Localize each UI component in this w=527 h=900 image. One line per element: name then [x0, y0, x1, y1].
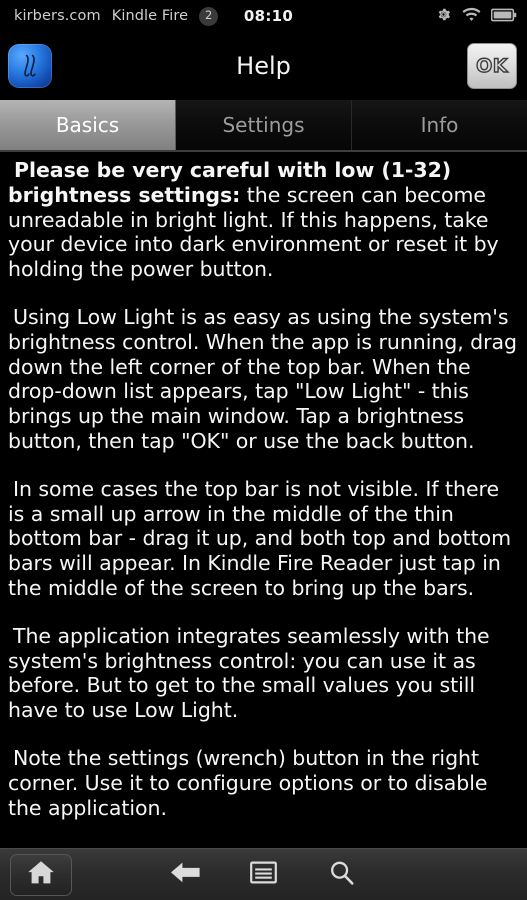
menu-button[interactable]	[241, 853, 287, 897]
ok-button-label: OK	[475, 54, 508, 77]
search-button[interactable]	[319, 853, 365, 897]
tab-basics-label: Basics	[55, 113, 120, 137]
notification-count-badge[interactable]: 2	[199, 6, 219, 26]
help-paragraph-text: In some cases the top bar is not visible…	[8, 476, 512, 600]
menu-icon	[250, 861, 277, 888]
back-button[interactable]	[163, 853, 209, 897]
nav-icon-group	[0, 849, 527, 900]
help-paragraph: Using Low Light is as easy as using the …	[8, 305, 519, 454]
tab-info[interactable]: Info	[352, 100, 527, 150]
status-bar: kirbers.com Kindle Fire 2 08:10	[0, 0, 527, 32]
help-paragraph: Note the settings (wrench) button in the…	[8, 746, 519, 820]
low-light-app-icon[interactable]	[8, 44, 52, 88]
tab-settings-label: Settings	[222, 113, 305, 137]
home-icon	[27, 860, 55, 889]
page-title: Help	[236, 52, 291, 80]
navigation-bar	[0, 848, 527, 900]
wifi-icon[interactable]	[462, 7, 481, 26]
help-paragraph: The application integrates seamlessly wi…	[8, 624, 519, 723]
kindle-fire-help-screen: kirbers.com Kindle Fire 2 08:10 Help OK …	[0, 0, 527, 900]
back-arrow-icon	[170, 860, 201, 889]
ok-button[interactable]: OK	[467, 43, 517, 89]
help-content[interactable]: Please be very careful with low (1-32) b…	[0, 152, 527, 848]
status-site-label: kirbers.com	[14, 7, 101, 24]
search-icon	[329, 860, 355, 890]
status-bar-left: kirbers.com Kindle Fire 2	[14, 6, 219, 26]
help-paragraph: In some cases the top bar is not visible…	[8, 477, 519, 601]
tab-bar: Basics Settings Info	[0, 100, 527, 152]
status-bar-right	[435, 6, 517, 27]
help-paragraph-text: Note the settings (wrench) button in the…	[8, 745, 488, 820]
action-bar: Help OK	[0, 32, 527, 100]
help-paragraph-text: The application integrates seamlessly wi…	[8, 623, 490, 723]
battery-icon[interactable]	[490, 7, 517, 26]
help-paragraph: Please be very careful with low (1-32) b…	[8, 158, 519, 282]
tab-basics[interactable]: Basics	[0, 100, 176, 150]
help-paragraph-text: Using Low Light is as easy as using the …	[8, 304, 517, 453]
home-button[interactable]	[10, 853, 72, 896]
tab-settings[interactable]: Settings	[176, 100, 352, 150]
gear-icon[interactable]	[435, 6, 452, 27]
tab-info-label: Info	[420, 113, 459, 137]
status-device-label: Kindle Fire	[111, 7, 189, 24]
